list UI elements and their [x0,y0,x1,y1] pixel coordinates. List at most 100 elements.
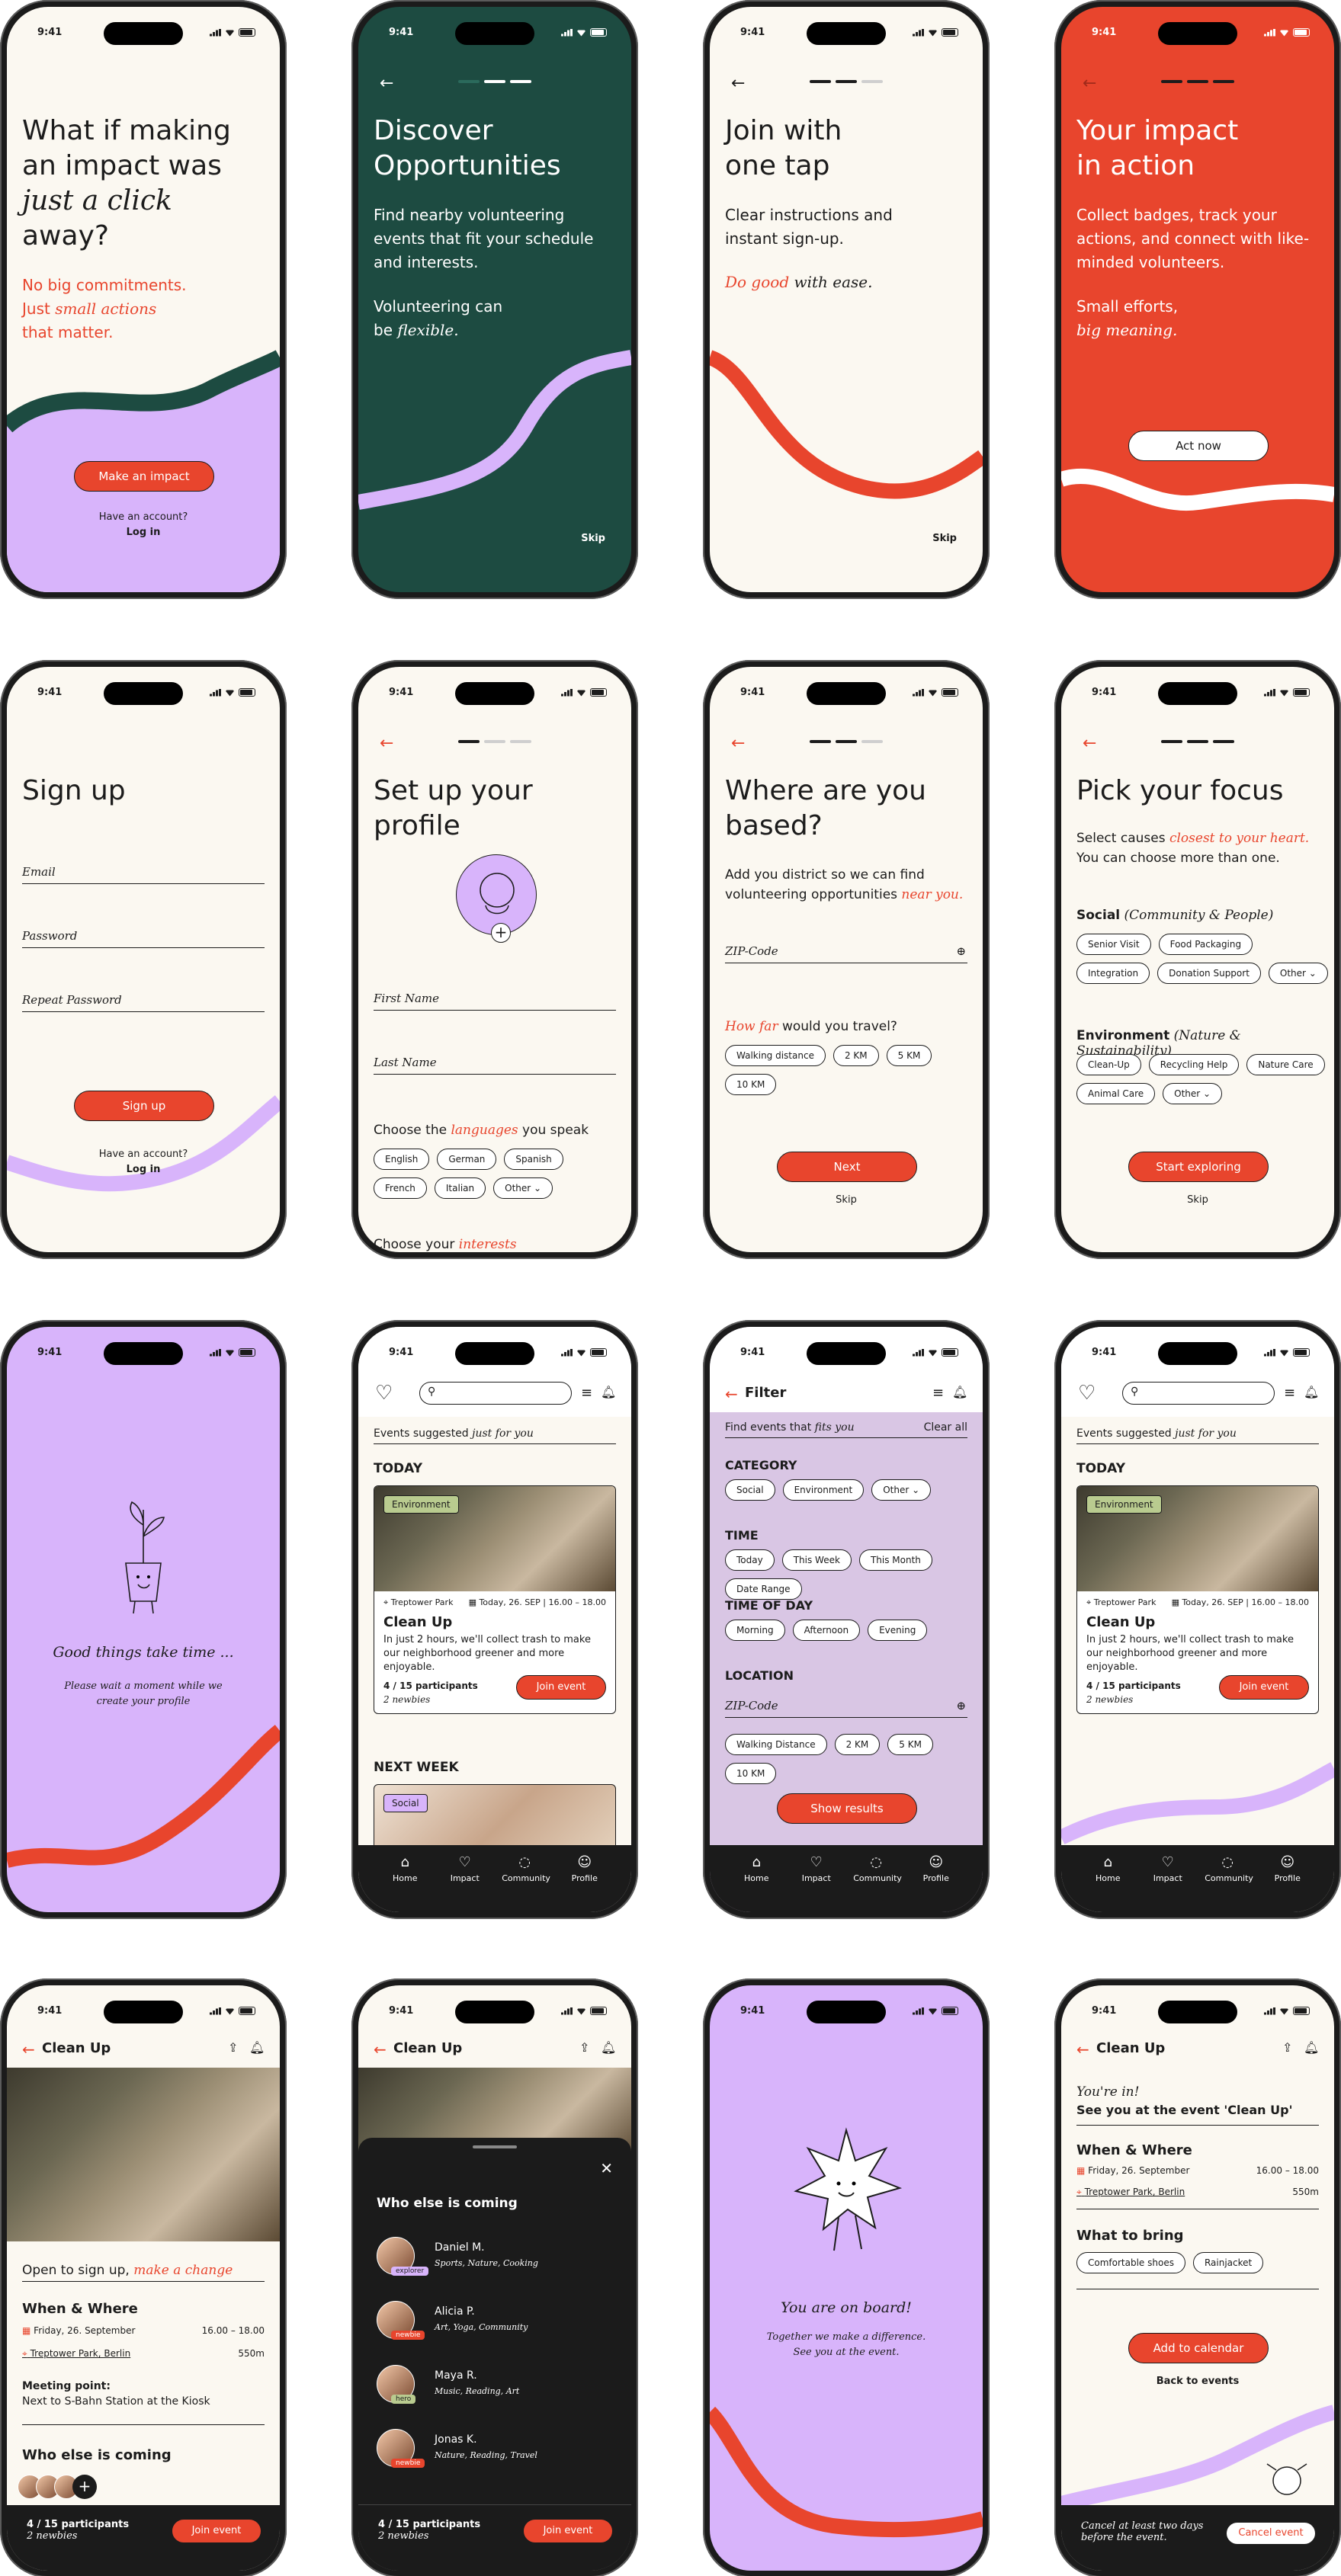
back-arrow-icon[interactable]: ← [731,74,745,93]
back-arrow-icon[interactable]: ← [380,734,393,753]
chip-morning[interactable]: Morning [725,1620,785,1641]
tab-home[interactable]: ⌂ Home [733,1854,779,1912]
back-arrow-icon[interactable]: ← [1076,2040,1089,2059]
signup-button[interactable]: Sign up [74,1091,214,1121]
logo-icon[interactable]: ♡ [1078,1382,1096,1405]
chip-10km[interactable]: 10 KM [725,1074,777,1095]
bell-icon[interactable]: 🔔︎ [601,1385,616,1399]
share-icon[interactable]: ⇪ [579,2040,589,2055]
chip-this-week[interactable]: This Week [781,1549,852,1571]
chip-recycling-help[interactable]: Recycling Help [1148,1054,1240,1075]
filter-icon[interactable]: ≡ [581,1385,592,1401]
password-field[interactable]: Password [22,929,265,948]
chip-this-month[interactable]: This Month [858,1549,932,1571]
back-arrow-icon[interactable]: ← [1083,74,1096,93]
login-link[interactable]: Log in [7,1164,280,1175]
tab-profile[interactable]: ☺ Profile [1265,1854,1311,1912]
chip-5km[interactable]: 5 KM [886,1045,932,1066]
join-event-button[interactable]: Join event [172,2519,261,2543]
back-arrow-icon[interactable]: ← [731,734,745,753]
chip-donation-support[interactable]: Donation Support [1157,963,1261,984]
tab-profile[interactable]: ☺ Profile [913,1854,959,1912]
tab-impact[interactable]: ♡ Impact [1145,1854,1191,1912]
chip-other[interactable]: Other ⌄ [871,1479,932,1501]
chip-10km[interactable]: 10 KM [725,1763,777,1784]
chip-senior-visit[interactable]: Senior Visit [1076,934,1151,955]
bell-icon[interactable]: 🔔︎ [1304,2040,1319,2055]
place-row[interactable]: ⌖ Treptower Park, Berlin 550m [1076,2187,1319,2209]
bell-icon[interactable]: 🔔︎ [601,2040,616,2055]
join-event-button[interactable]: Join event [516,1675,606,1700]
add-calendar-button[interactable]: Add to calendar [1128,2333,1269,2363]
back-arrow-icon[interactable]: ← [725,1385,738,1403]
back-arrow-icon[interactable]: ← [374,2040,387,2059]
chip-other[interactable]: Other ⌄ [1268,963,1328,984]
join-event-button[interactable]: Join event [1219,1675,1309,1700]
skip-link[interactable]: Skip [1061,1194,1334,1206]
chip-german[interactable]: German [437,1149,497,1170]
bell-icon[interactable]: 🔔︎ [1304,1385,1319,1399]
chip-afternoon[interactable]: Afternoon [792,1620,861,1641]
chip-integration[interactable]: Integration [1076,963,1150,984]
chip-food-packaging[interactable]: Food Packaging [1158,934,1253,955]
last-name-field[interactable]: Last Name [374,1056,616,1075]
chip-other[interactable]: Other ⌄ [1163,1083,1223,1104]
tab-impact[interactable]: ♡ Impact [442,1854,488,1912]
event-card[interactable]: Environment ⌖ Treptower Park ▦ Today, 26.… [374,1485,616,1714]
join-event-button[interactable]: Join event [523,2519,613,2543]
chip-nature-care[interactable]: Nature Care [1246,1054,1325,1075]
email-field[interactable]: Email [22,865,265,884]
tab-community[interactable]: ◌ Community [853,1854,902,1912]
repeat-password-field[interactable]: Repeat Password [22,993,265,1012]
chip-english[interactable]: English [374,1149,430,1170]
tab-community[interactable]: ◌ Community [1205,1854,1253,1912]
filter-icon[interactable]: ≡ [932,1385,944,1401]
event-card[interactable]: Environment ⌖ Treptower Park ▦ Today, 26.… [1076,1485,1319,1714]
chip-clean-up[interactable]: Clean-Up [1076,1054,1141,1075]
tab-profile[interactable]: ☺ Profile [562,1854,608,1912]
clear-all-link[interactable]: Clear all [924,1421,967,1434]
chip-2km[interactable]: 2 KM [834,1734,881,1755]
next-button[interactable]: Next [777,1152,917,1182]
show-results-button[interactable]: Show results [777,1793,917,1824]
chip-walking[interactable]: Walking Distance [725,1734,827,1755]
chip-other[interactable]: Other ⌄ [493,1177,553,1199]
chip-date-range[interactable]: Date Range [725,1578,802,1600]
share-icon[interactable]: ⇪ [228,2040,238,2055]
make-impact-button[interactable]: Make an impact [74,461,214,492]
skip-link[interactable]: Skip [581,533,605,544]
start-exploring-button[interactable]: Start exploring [1128,1152,1269,1182]
search-input[interactable]: ⚲ [1122,1382,1275,1405]
chip-social[interactable]: Social [725,1479,775,1501]
tab-impact[interactable]: ♡ Impact [794,1854,839,1912]
participant-avatars[interactable]: + [18,2475,97,2499]
chip-italian[interactable]: Italian [434,1177,486,1199]
bell-icon[interactable]: 🔔︎ [249,2040,265,2055]
chip-2km[interactable]: 2 KM [833,1045,879,1066]
zip-field[interactable]: ZIP-Code ⊕ [725,944,967,963]
filter-icon[interactable]: ≡ [1284,1385,1295,1401]
more-icon[interactable]: + [72,2475,97,2499]
act-now-button[interactable]: Act now [1128,431,1269,461]
first-name-field[interactable]: First Name [374,992,616,1011]
chip-french[interactable]: French [374,1177,427,1199]
skip-link[interactable]: Skip [932,533,957,544]
back-to-events-link[interactable]: Back to events [1061,2376,1334,2387]
place-row[interactable]: ⌖ Treptower Park, Berlin 550m [22,2348,265,2360]
back-arrow-icon[interactable]: ← [1083,734,1096,753]
chip-walking[interactable]: Walking distance [725,1045,826,1066]
zip-field[interactable]: ZIP-Code ⊕ [725,1699,967,1718]
locate-icon[interactable]: ⊕ [956,1699,966,1713]
share-icon[interactable]: ⇪ [1282,2040,1292,2055]
add-photo-icon[interactable]: + [491,923,511,943]
sheet-handle[interactable] [473,2145,517,2148]
tab-community[interactable]: ◌ Community [502,1854,550,1912]
chip-evening[interactable]: Evening [868,1620,928,1641]
back-arrow-icon[interactable]: ← [380,74,393,93]
login-link[interactable]: Log in [7,527,280,538]
tab-home[interactable]: ⌂ Home [1085,1854,1131,1912]
skip-link[interactable]: Skip [710,1194,983,1206]
search-input[interactable]: ⚲ [419,1382,572,1405]
chip-environment[interactable]: Environment [782,1479,865,1501]
chip-today[interactable]: Today [725,1549,775,1571]
